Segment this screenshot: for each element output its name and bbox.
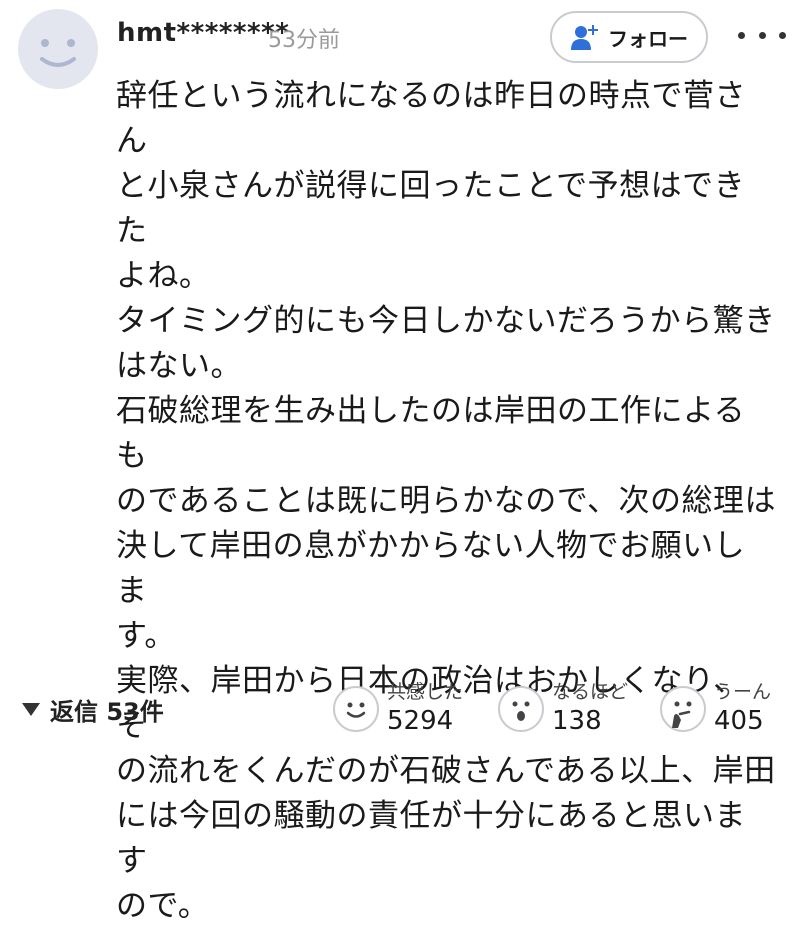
reaction-label: なるほど [552, 681, 629, 703]
comment-text: 辞任という流れになるのは昨日の時点で菅さん と小泉さんが説得に回ったことで予想は… [116, 78, 776, 924]
reaction-label: うーん [714, 681, 772, 703]
replies-label: 返信 53件 [50, 698, 164, 726]
follow-label: フォロー [608, 26, 688, 51]
reaction-count: 405 [714, 706, 764, 736]
user-avatar[interactable] [18, 9, 98, 89]
smile-face-icon [333, 686, 379, 732]
reaction-count: 138 [552, 706, 602, 736]
reaction-label: 共感した [387, 681, 464, 703]
reaction-uun[interactable]: うーん 405 [660, 680, 771, 738]
smiley-avatar-icon [40, 39, 76, 67]
thinking-face-icon [660, 686, 706, 732]
person-plus-icon [571, 25, 598, 50]
replies-toggle[interactable]: 返信 53件 [22, 692, 164, 727]
surprised-face-icon [498, 686, 544, 732]
username[interactable]: hmt******** [117, 18, 289, 48]
caret-down-icon [22, 703, 40, 716]
reaction-naruhodo[interactable]: なるほど 138 [498, 680, 628, 738]
reaction-empathize[interactable]: 共感した 5294 [333, 680, 463, 738]
post-time: 53分前 [268, 28, 340, 53]
reaction-count: 5294 [387, 706, 454, 736]
more-dots-icon[interactable] [738, 20, 786, 50]
follow-button[interactable]: フォロー [550, 11, 708, 63]
